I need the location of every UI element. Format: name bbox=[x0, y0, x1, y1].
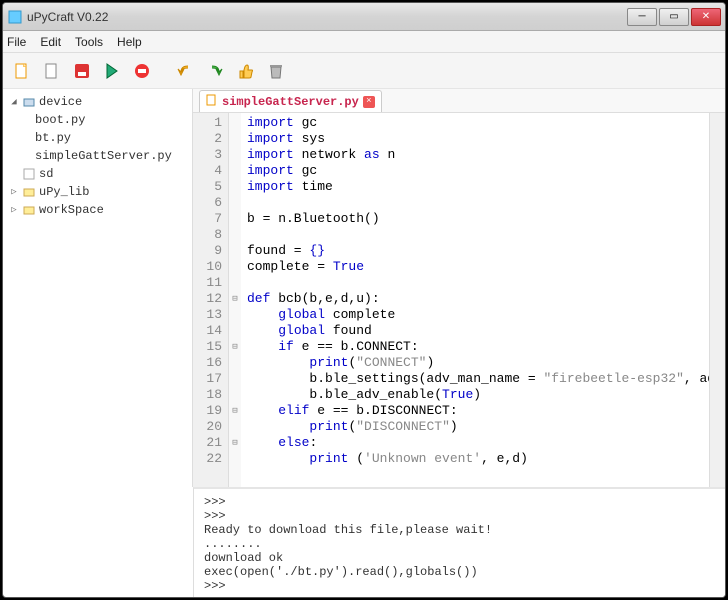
console-output[interactable]: >>> >>> Ready to download this file,plea… bbox=[193, 487, 725, 597]
menu-help[interactable]: Help bbox=[117, 35, 142, 49]
tree-file[interactable]: boot.py bbox=[5, 111, 190, 129]
tab-label: simpleGattServer.py bbox=[222, 95, 359, 109]
tree-workspace[interactable]: ▷workSpace bbox=[5, 201, 190, 219]
tree-sd[interactable]: sd bbox=[5, 165, 190, 183]
open-button[interactable] bbox=[39, 58, 65, 84]
undo-button[interactable] bbox=[173, 58, 199, 84]
close-button[interactable]: ✕ bbox=[691, 8, 721, 26]
menu-tools[interactable]: Tools bbox=[75, 35, 103, 49]
trash-button[interactable] bbox=[263, 58, 289, 84]
minimize-button[interactable]: ─ bbox=[627, 8, 657, 26]
menu-file[interactable]: File bbox=[7, 35, 26, 49]
stop-button[interactable] bbox=[129, 58, 155, 84]
redo-button[interactable] bbox=[203, 58, 229, 84]
maximize-button[interactable]: ▭ bbox=[659, 8, 689, 26]
line-gutter: 12345678910111213141516171819202122 bbox=[193, 113, 229, 487]
tree-upylib[interactable]: ▷uPy_lib bbox=[5, 183, 190, 201]
fold-column: ⊟⊟⊟⊟ bbox=[229, 113, 241, 487]
window-title: uPyCraft V0.22 bbox=[27, 10, 625, 24]
like-button[interactable] bbox=[233, 58, 259, 84]
tab-close-icon[interactable]: × bbox=[363, 96, 375, 108]
tree-file[interactable]: bt.py bbox=[5, 129, 190, 147]
file-tree: ◢device boot.py bt.py simpleGattServer.p… bbox=[3, 89, 193, 487]
menu-edit[interactable]: Edit bbox=[40, 35, 61, 49]
save-button[interactable] bbox=[69, 58, 95, 84]
app-icon bbox=[7, 9, 23, 25]
tab-file[interactable]: simpleGattServer.py × bbox=[199, 90, 382, 112]
toolbar bbox=[3, 53, 725, 89]
menubar: File Edit Tools Help bbox=[3, 31, 725, 53]
titlebar: uPyCraft V0.22 ─ ▭ ✕ bbox=[3, 3, 725, 31]
code-editor[interactable]: import gcimport sysimport network as nim… bbox=[241, 113, 709, 487]
tree-file[interactable]: simpleGattServer.py bbox=[5, 147, 190, 165]
editor-tabs: simpleGattServer.py × bbox=[193, 89, 725, 113]
vertical-scrollbar[interactable] bbox=[709, 113, 725, 487]
file-icon bbox=[206, 94, 218, 110]
tree-root-device[interactable]: ◢device bbox=[5, 93, 190, 111]
run-button[interactable] bbox=[99, 58, 125, 84]
new-button[interactable] bbox=[9, 58, 35, 84]
